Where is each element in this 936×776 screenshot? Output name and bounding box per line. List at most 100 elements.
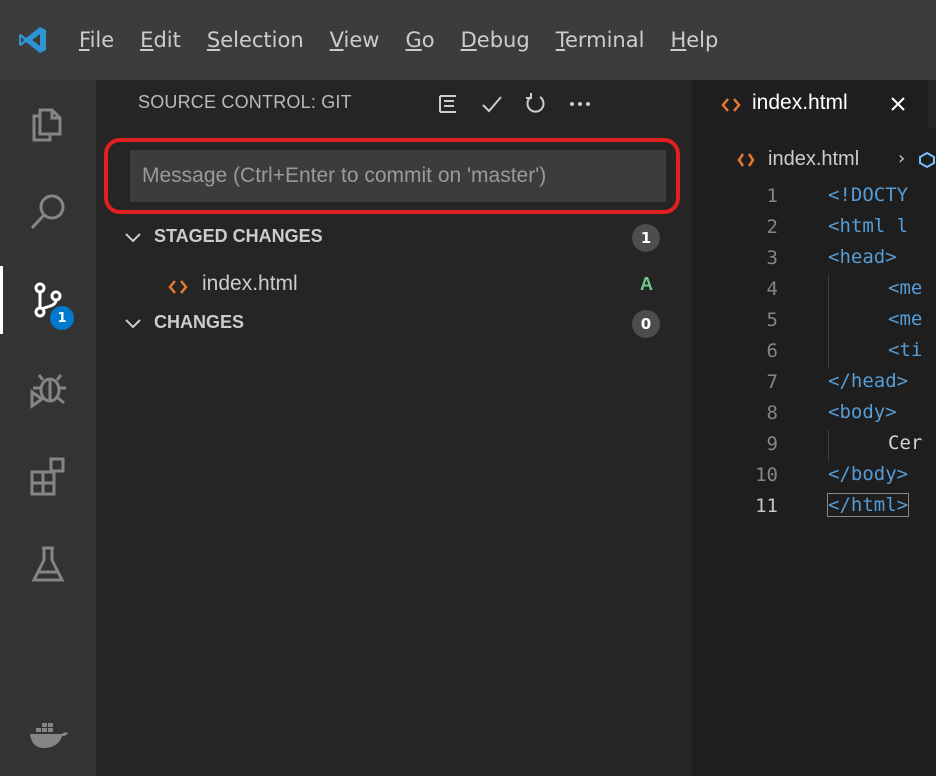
menu-bar: File Edit Selection View Go Debug Termin…	[66, 0, 731, 80]
activity-search[interactable]	[0, 168, 96, 256]
indent-guide	[828, 337, 829, 368]
indent-guide	[828, 430, 829, 461]
breadcrumb-file[interactable]: index.html	[768, 148, 859, 171]
line-text: </html>	[826, 493, 910, 517]
tab-label: index.html	[752, 91, 848, 114]
refresh-button[interactable]	[514, 86, 558, 122]
line-text: Cer	[888, 432, 923, 454]
sidebar-title: SOURCE CONTROL: GIT	[138, 92, 352, 112]
sidebar-actions	[426, 86, 602, 122]
source-control-sidebar: SOURCE CONTROL: GIT Message (Ctrl+Enter …	[96, 80, 692, 776]
changes-count-badge: 0	[632, 310, 660, 338]
line-number: 7	[766, 371, 778, 393]
menu-selection[interactable]: Selection	[194, 0, 317, 80]
line-number: 8	[766, 402, 778, 424]
testing-icon	[31, 546, 65, 582]
line-number: 9	[766, 433, 778, 455]
code-line: 1 <!DOCTY	[692, 182, 936, 213]
menu-debug[interactable]: Debug	[448, 0, 543, 80]
line-number: 11	[755, 495, 778, 517]
code-line: 9 Cer	[692, 430, 936, 461]
extensions-icon	[30, 457, 65, 496]
chevron-down-icon	[125, 233, 141, 243]
explorer-icon	[32, 108, 62, 142]
code-line-current: 11 </html>	[692, 492, 936, 523]
html-file-icon	[721, 98, 741, 112]
editor-area: index.html index.html › 1 <!DOCTY 2 <htm…	[692, 80, 936, 776]
activity-testing[interactable]	[0, 520, 96, 608]
html-file-icon	[737, 153, 755, 167]
activity-docker[interactable]	[0, 690, 96, 776]
chevron-down-icon	[125, 319, 141, 329]
html-file-icon	[168, 280, 188, 294]
staged-count-badge: 1	[632, 224, 660, 252]
code-line: 2 <html l	[692, 213, 936, 244]
code-line: 3 <head>	[692, 244, 936, 275]
line-number: 2	[766, 216, 778, 238]
line-number: 1	[766, 185, 778, 207]
editor-tabs: index.html	[692, 80, 936, 128]
commit-message-input[interactable]	[130, 150, 666, 202]
line-number: 6	[766, 340, 778, 362]
menu-help[interactable]: Help	[657, 0, 731, 80]
line-text: <head>	[828, 246, 897, 268]
activity-source-control[interactable]: 1	[0, 256, 96, 344]
code-line: 7 </head>	[692, 368, 936, 399]
menu-edit[interactable]: Edit	[127, 0, 194, 80]
line-text: <me	[888, 308, 923, 330]
menu-terminal[interactable]: Terminal	[543, 0, 658, 80]
line-text: <me	[888, 277, 923, 299]
indent-guide	[828, 306, 829, 337]
code-line: 6 <ti	[692, 337, 936, 368]
code-line: 5 <me	[692, 306, 936, 337]
line-text: </head>	[828, 370, 909, 392]
staged-file-name: index.html	[202, 272, 298, 295]
line-text: <ti	[888, 339, 923, 361]
tab-index-html[interactable]: index.html	[692, 80, 928, 128]
close-icon[interactable]	[888, 94, 908, 114]
commit-check-icon	[482, 96, 502, 113]
more-actions-button[interactable]	[558, 86, 602, 122]
code-lines[interactable]: 1 <!DOCTY 2 <html l 3 <head> 4 <me 5 <me…	[692, 182, 936, 523]
code-line: 8 <body>	[692, 399, 936, 430]
view-as-tree-icon	[439, 95, 456, 113]
code-line: 4 <me	[692, 275, 936, 306]
line-number: 10	[755, 464, 778, 486]
view-as-tree-button[interactable]	[426, 86, 470, 122]
indent-guide	[828, 275, 829, 306]
commit-message-box	[130, 150, 666, 202]
symbol-icon[interactable]	[918, 151, 936, 169]
menu-view[interactable]: View	[317, 0, 393, 80]
commit-button[interactable]	[470, 86, 514, 122]
menu-go[interactable]: Go	[392, 0, 447, 80]
activity-explorer[interactable]	[0, 80, 96, 168]
line-number: 4	[766, 278, 778, 300]
search-icon	[30, 194, 65, 230]
line-number: 5	[766, 309, 778, 331]
scm-count-badge: 1	[50, 306, 74, 330]
refresh-icon	[526, 93, 545, 113]
breadcrumb-separator: ›	[898, 148, 906, 169]
staged-changes-label: STAGED CHANGES	[154, 226, 323, 246]
staged-file-row[interactable]: index.html A	[96, 266, 692, 308]
title-bar: File Edit Selection View Go Debug Termin…	[0, 0, 936, 80]
vscode-logo-icon	[0, 0, 66, 80]
docker-icon	[30, 723, 68, 748]
line-text: <body>	[828, 401, 897, 423]
code-line: 10 </body>	[692, 461, 936, 492]
line-text: <!DOCTY	[828, 184, 909, 206]
sidebar-header: SOURCE CONTROL: GIT	[96, 80, 692, 126]
staged-changes-header[interactable]: STAGED CHANGES 1	[96, 218, 692, 258]
more-actions-icon	[570, 102, 590, 106]
line-text: <html l	[828, 215, 909, 237]
line-text: </body>	[828, 463, 909, 485]
activity-bar: 1	[0, 80, 96, 776]
file-status-added: A	[640, 274, 653, 294]
menu-file[interactable]: File	[66, 0, 127, 80]
line-number: 3	[766, 247, 778, 269]
activity-extensions[interactable]	[0, 432, 96, 520]
activity-debug[interactable]	[0, 344, 96, 432]
changes-label: CHANGES	[154, 312, 245, 332]
debug-icon	[30, 374, 66, 409]
changes-header[interactable]: CHANGES 0	[96, 304, 692, 344]
